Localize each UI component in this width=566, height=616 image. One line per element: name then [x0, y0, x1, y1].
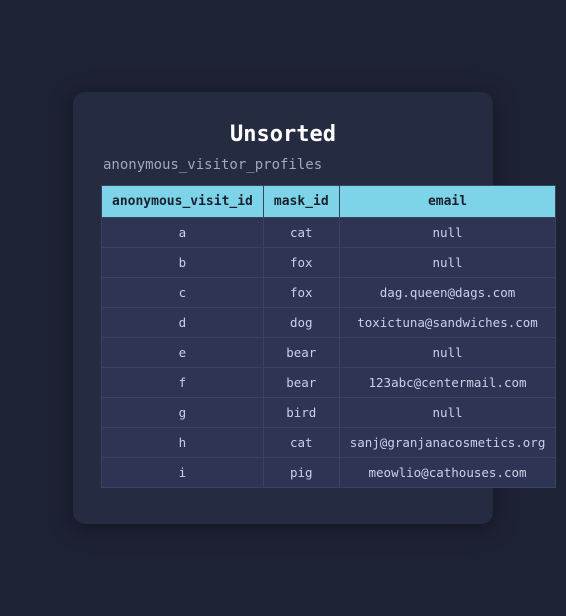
- cell-mask-id: bear: [263, 338, 339, 368]
- table-row: bfoxnull: [102, 248, 556, 278]
- table-header-row: anonymous_visit_id mask_id email: [102, 186, 556, 218]
- cell-anonymous-visit-id: g: [102, 398, 264, 428]
- cell-anonymous-visit-id: c: [102, 278, 264, 308]
- table-row: ddogtoxictuna@sandwiches.com: [102, 308, 556, 338]
- cell-mask-id: pig: [263, 458, 339, 488]
- cell-mask-id: cat: [263, 428, 339, 458]
- cell-email: dag.queen@dags.com: [339, 278, 556, 308]
- cell-anonymous-visit-id: f: [102, 368, 264, 398]
- main-card: Unsorted anonymous_visitor_profiles anon…: [73, 92, 493, 524]
- table-row: gbirdnull: [102, 398, 556, 428]
- cell-email: null: [339, 338, 556, 368]
- col-header-anonymous-visit-id: anonymous_visit_id: [102, 186, 264, 218]
- cell-mask-id: cat: [263, 218, 339, 248]
- cell-mask-id: fox: [263, 248, 339, 278]
- table-row: hcatsanj@granjanacosmetics.org: [102, 428, 556, 458]
- page-title: Unsorted: [101, 122, 465, 147]
- cell-email: null: [339, 248, 556, 278]
- col-header-mask-id: mask_id: [263, 186, 339, 218]
- cell-anonymous-visit-id: b: [102, 248, 264, 278]
- cell-mask-id: dog: [263, 308, 339, 338]
- col-header-email: email: [339, 186, 556, 218]
- table-row: acatnull: [102, 218, 556, 248]
- table-row: fbear123abc@centermail.com: [102, 368, 556, 398]
- cell-email: meowlio@cathouses.com: [339, 458, 556, 488]
- cell-mask-id: bird: [263, 398, 339, 428]
- cell-anonymous-visit-id: e: [102, 338, 264, 368]
- cell-email: null: [339, 398, 556, 428]
- cell-anonymous-visit-id: d: [102, 308, 264, 338]
- table-subtitle: anonymous_visitor_profiles: [101, 157, 465, 173]
- table-row: ipigmeowlio@cathouses.com: [102, 458, 556, 488]
- data-table: anonymous_visit_id mask_id email acatnul…: [101, 185, 556, 488]
- cell-email: toxictuna@sandwiches.com: [339, 308, 556, 338]
- cell-anonymous-visit-id: i: [102, 458, 264, 488]
- cell-email: 123abc@centermail.com: [339, 368, 556, 398]
- table-row: cfoxdag.queen@dags.com: [102, 278, 556, 308]
- cell-email: sanj@granjanacosmetics.org: [339, 428, 556, 458]
- cell-mask-id: bear: [263, 368, 339, 398]
- cell-email: null: [339, 218, 556, 248]
- table-row: ebearnull: [102, 338, 556, 368]
- cell-anonymous-visit-id: a: [102, 218, 264, 248]
- cell-mask-id: fox: [263, 278, 339, 308]
- cell-anonymous-visit-id: h: [102, 428, 264, 458]
